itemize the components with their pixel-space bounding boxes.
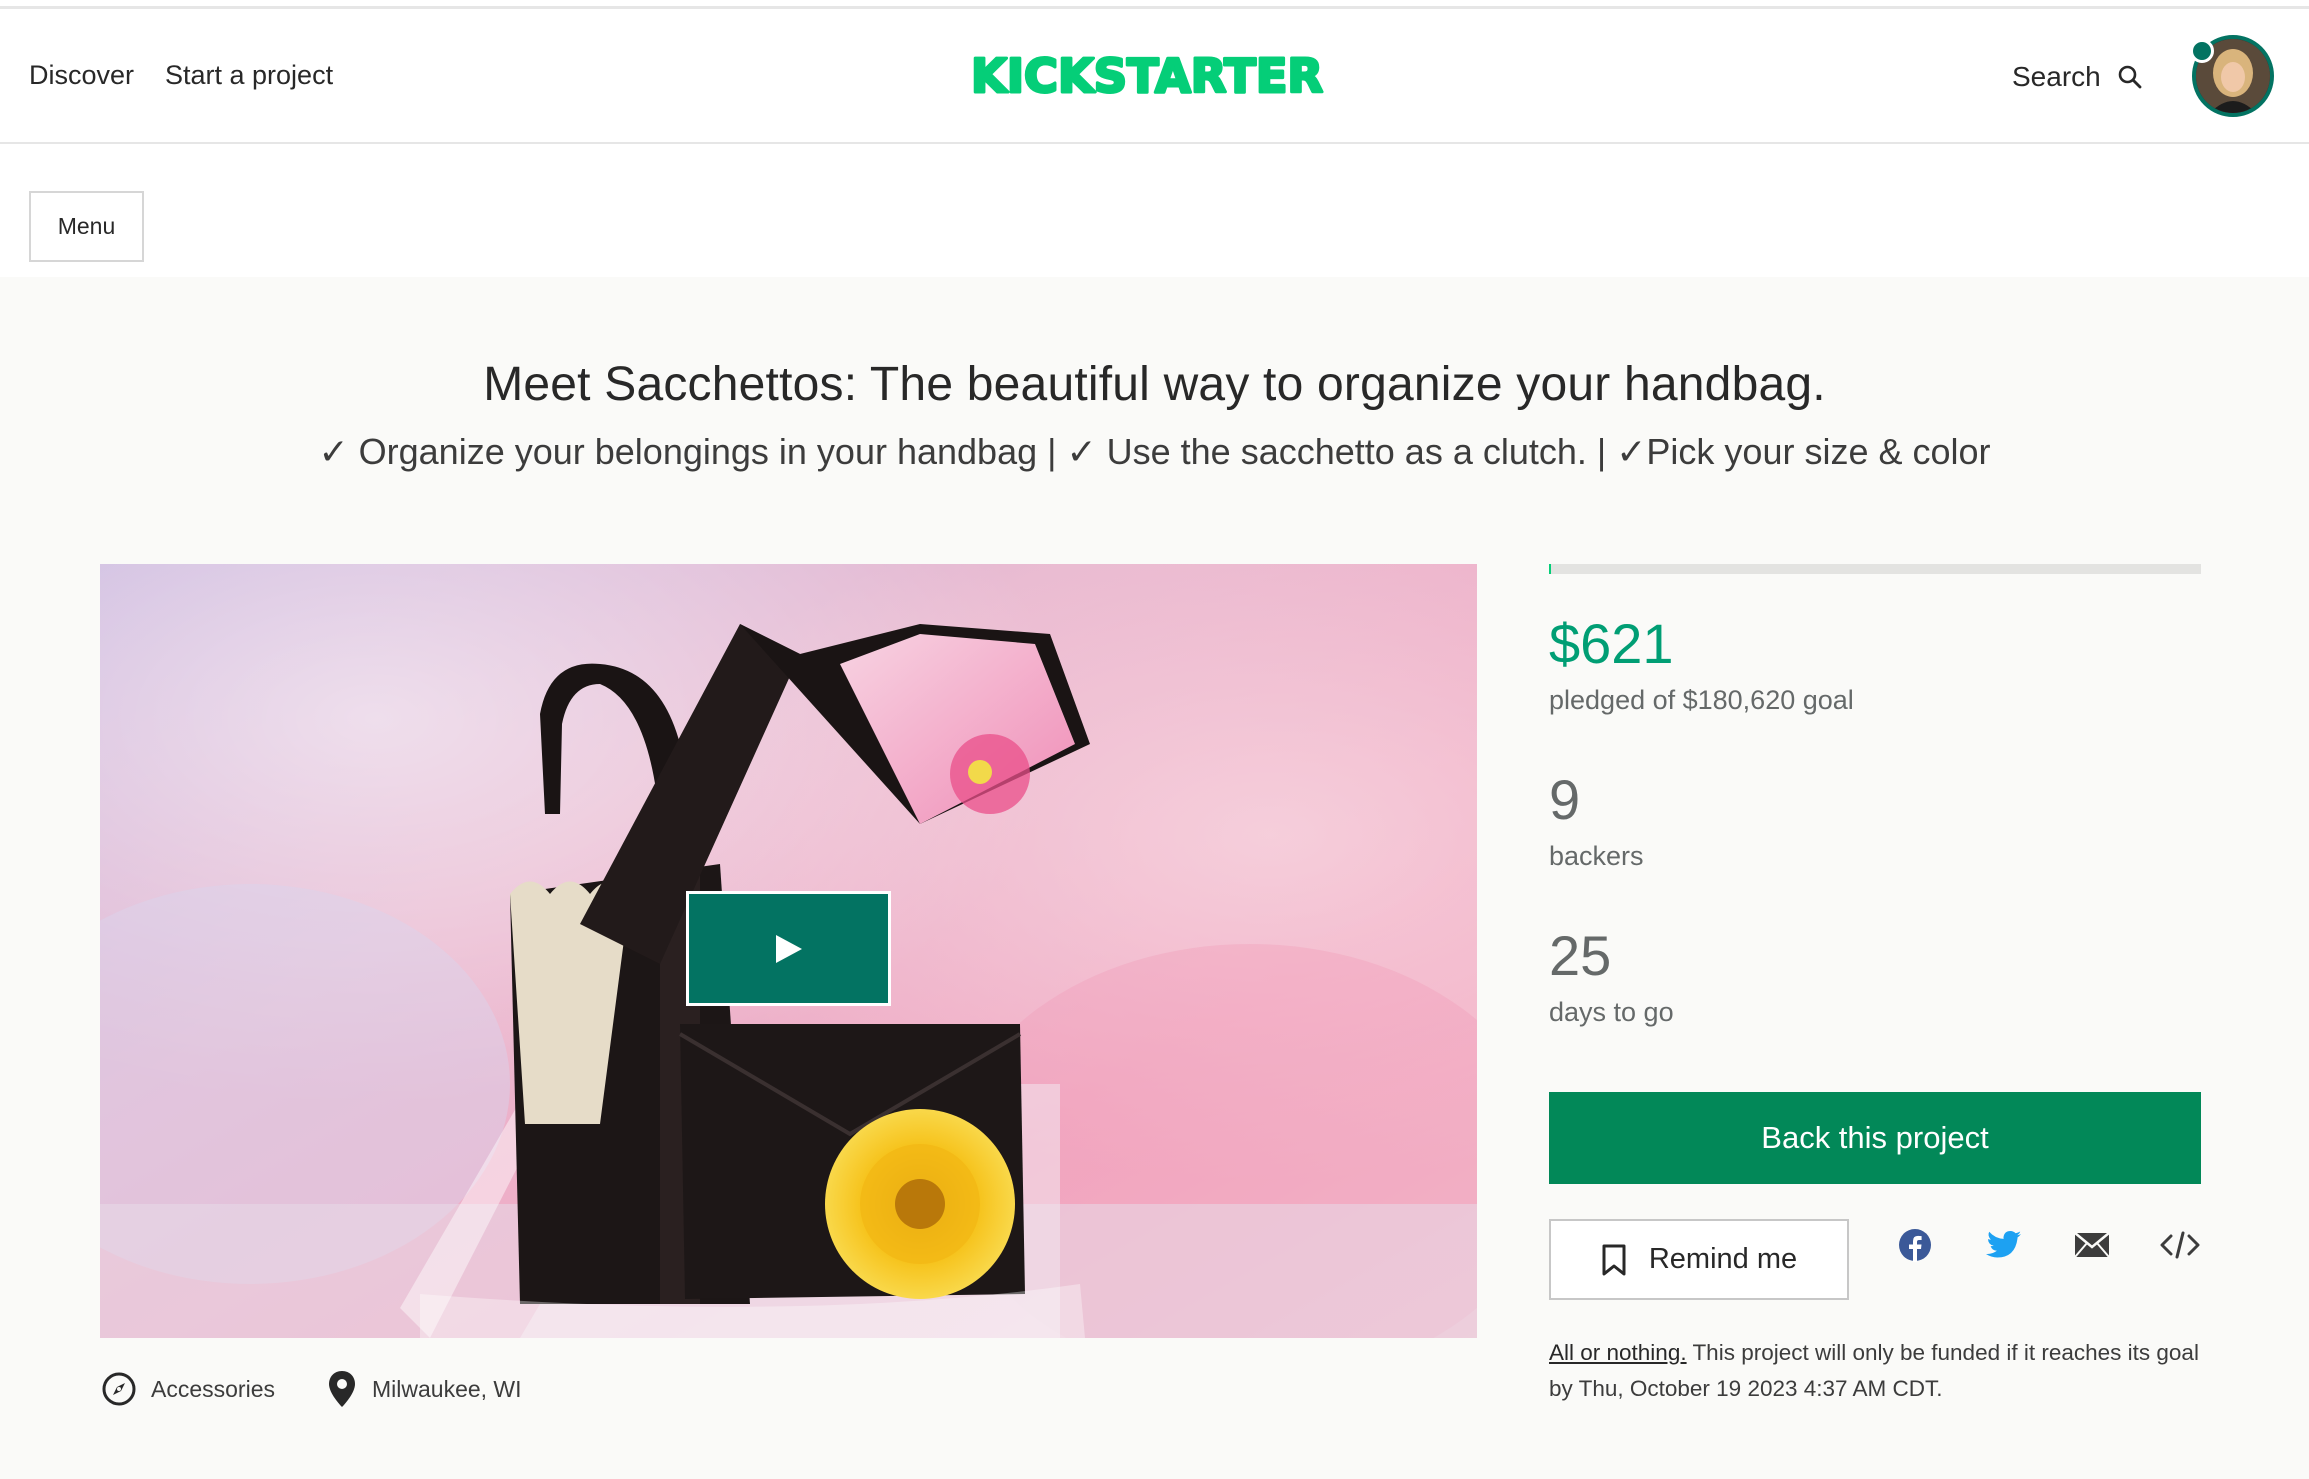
share-email[interactable] bbox=[2070, 1223, 2114, 1267]
back-project-button[interactable]: Back this project bbox=[1549, 1092, 2201, 1184]
pledged-goal: pledged of $180,620 goal bbox=[1549, 685, 1854, 715]
menu-button[interactable]: Menu bbox=[29, 191, 144, 262]
all-or-nothing-link[interactable]: All or nothing. bbox=[1549, 1340, 1687, 1365]
funding-progress-fill bbox=[1549, 564, 1552, 574]
bookmark-icon bbox=[1602, 1244, 1626, 1275]
project-video[interactable] bbox=[100, 564, 1477, 1338]
nav-discover[interactable]: Discover bbox=[29, 9, 134, 144]
flower-print bbox=[825, 1109, 1015, 1299]
backers-count: 9 bbox=[1549, 768, 1581, 831]
share-embed[interactable] bbox=[2158, 1223, 2202, 1267]
backers-label: backers bbox=[1549, 841, 1644, 871]
location-link[interactable]: Milwaukee, WI bbox=[326, 1367, 522, 1411]
location-label: Milwaukee, WI bbox=[372, 1375, 522, 1402]
project-subtitle: ✓ Organize your belongings in your handb… bbox=[318, 431, 1991, 472]
play-button[interactable] bbox=[686, 891, 891, 1006]
category-link[interactable]: Accessories bbox=[101, 1367, 275, 1411]
compass-icon bbox=[102, 1372, 136, 1406]
nav-start-project[interactable]: Start a project bbox=[165, 9, 333, 144]
site-header: Discover Start a project KICKSTARTER Sea… bbox=[0, 9, 2309, 144]
share-twitter[interactable] bbox=[1982, 1223, 2026, 1267]
days-to-go-count: 25 bbox=[1549, 924, 1612, 987]
twitter-icon bbox=[1986, 1231, 2021, 1258]
notification-dot bbox=[2190, 39, 2214, 63]
project-main: Meet Sacchettos: The beautiful way to or… bbox=[0, 277, 2309, 1479]
search-icon bbox=[2118, 65, 2142, 88]
project-title: Meet Sacchettos: The beautiful way to or… bbox=[483, 358, 1826, 411]
embed-icon bbox=[2160, 1231, 2200, 1259]
funding-note: All or nothing. This project will only b… bbox=[1549, 1335, 2209, 1407]
search-button[interactable]: Search bbox=[2012, 9, 2143, 144]
funding-progress-bar bbox=[1549, 564, 2201, 574]
remind-me-label: Remind me bbox=[1648, 1243, 1798, 1275]
share-facebook[interactable] bbox=[1893, 1223, 1937, 1267]
facebook-icon bbox=[1899, 1229, 1931, 1262]
days-to-go-label: days to go bbox=[1549, 997, 1674, 1027]
top-rule bbox=[0, 0, 2309, 9]
location-pin-icon bbox=[329, 1371, 355, 1407]
play-icon bbox=[775, 934, 802, 963]
logo-text: KICKSTARTER bbox=[971, 49, 1323, 103]
menu-row: Menu bbox=[0, 144, 2309, 277]
email-icon bbox=[2074, 1232, 2110, 1258]
category-label: Accessories bbox=[151, 1375, 275, 1402]
kickstarter-logo[interactable]: KICKSTARTER bbox=[966, 45, 1328, 104]
pledged-amount: $621 bbox=[1549, 612, 1674, 675]
remind-me-button[interactable]: Remind me bbox=[1549, 1219, 1849, 1300]
search-label: Search bbox=[2012, 60, 2101, 92]
